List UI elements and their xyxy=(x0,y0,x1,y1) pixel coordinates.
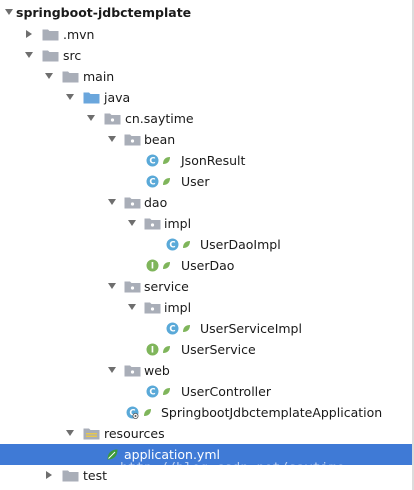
folder-icon xyxy=(42,28,59,41)
class-icon: C xyxy=(146,175,159,188)
package-icon xyxy=(144,301,161,314)
tree-label: bean xyxy=(144,132,176,147)
tree-label: impl xyxy=(164,216,192,231)
interface-icon: I xyxy=(146,259,159,272)
file-badge-icon xyxy=(162,387,171,396)
chevron-down-icon[interactable] xyxy=(107,134,117,144)
chevron-down-icon[interactable] xyxy=(44,71,54,81)
class-icon: C xyxy=(166,238,179,251)
tree-row-user-dao[interactable]: I UserDao xyxy=(0,255,414,276)
tree-row-user-service[interactable]: I UserService xyxy=(0,339,414,360)
chevron-down-icon[interactable] xyxy=(127,218,137,228)
tree-label: SpringbootJdbctemplateApplication xyxy=(161,405,383,420)
file-badge-icon xyxy=(182,324,191,333)
tree-row-service[interactable]: service xyxy=(0,276,414,297)
chevron-down-icon[interactable] xyxy=(24,50,34,60)
tree-row-json-result[interactable]: C JsonResult xyxy=(0,150,414,171)
source-folder-icon xyxy=(83,91,100,104)
tree-label: UserServiceImpl xyxy=(200,321,302,336)
chevron-down-icon[interactable] xyxy=(65,92,75,102)
tree-label: UserService xyxy=(181,342,256,357)
tree-label: UserDaoImpl xyxy=(200,237,281,252)
watermark: http://blog.csdn.net/saytime xyxy=(120,461,345,476)
tree-row-web[interactable]: web xyxy=(0,360,414,381)
package-icon xyxy=(124,280,141,293)
tree-label: User xyxy=(181,174,210,189)
tree-label: dao xyxy=(144,195,168,210)
svg-text:I: I xyxy=(151,262,154,272)
tree-label: service xyxy=(144,279,189,294)
chevron-down-icon[interactable] xyxy=(127,302,137,312)
tree-row-user-service-impl[interactable]: C UserServiceImpl xyxy=(0,318,414,339)
chevron-down-icon[interactable] xyxy=(65,428,75,438)
chevron-right-icon[interactable] xyxy=(44,470,54,480)
file-badge-icon xyxy=(162,156,171,165)
tree-label: UserController xyxy=(181,384,271,399)
file-badge-icon xyxy=(162,345,171,354)
tree-row-java[interactable]: java xyxy=(0,87,414,108)
tree-row-dao[interactable]: dao xyxy=(0,192,414,213)
tree-label: web xyxy=(144,363,170,378)
folder-icon xyxy=(42,49,59,62)
package-icon xyxy=(124,364,141,377)
file-badge-icon xyxy=(162,261,171,270)
tree-row-app-class[interactable]: C SpringbootJdbctemplateApplication xyxy=(0,402,414,423)
tree-label: springboot-jdbctemplate xyxy=(16,5,192,20)
tree-row-user-dao-impl[interactable]: C UserDaoImpl xyxy=(0,234,414,255)
resources-folder-icon xyxy=(83,427,100,440)
class-icon: C xyxy=(146,385,159,398)
tree-label: main xyxy=(83,69,115,84)
tree-label: src xyxy=(63,48,82,63)
svg-text:C: C xyxy=(169,241,175,251)
tree-row-package[interactable]: cn.saytime xyxy=(0,108,414,129)
folder-icon xyxy=(62,469,79,482)
tree-row-bean[interactable]: bean xyxy=(0,129,414,150)
tree-row-root[interactable]: springboot-jdbctemplate xyxy=(0,2,414,23)
tree-label: java xyxy=(104,90,131,105)
package-icon xyxy=(124,133,141,146)
project-tree: springboot-jdbctemplate .mvn src main ja… xyxy=(0,0,414,490)
chevron-right-icon[interactable] xyxy=(24,29,34,39)
tree-row-mvn[interactable]: .mvn xyxy=(0,24,414,45)
tree-label: JsonResult xyxy=(181,153,246,168)
package-icon xyxy=(144,217,161,230)
chevron-down-icon[interactable] xyxy=(4,7,14,17)
file-badge-icon xyxy=(182,240,191,249)
interface-icon: I xyxy=(146,343,159,356)
tree-row-main[interactable]: main xyxy=(0,66,414,87)
svg-text:I: I xyxy=(151,346,154,356)
package-icon xyxy=(124,196,141,209)
tree-row-user-controller[interactable]: C UserController xyxy=(0,381,414,402)
tree-row-resources[interactable]: resources xyxy=(0,423,414,444)
file-badge-icon xyxy=(162,177,171,186)
chevron-down-icon[interactable] xyxy=(107,365,117,375)
svg-text:C: C xyxy=(149,388,155,398)
spring-leaf-icon xyxy=(106,448,119,461)
spring-boot-class-icon: C xyxy=(126,406,139,419)
class-icon: C xyxy=(146,154,159,167)
tree-label: UserDao xyxy=(181,258,235,273)
svg-text:C: C xyxy=(149,178,155,188)
chevron-down-icon[interactable] xyxy=(86,113,96,123)
tree-label: test xyxy=(83,468,108,483)
tree-row-src[interactable]: src xyxy=(0,45,414,66)
tree-row-service-impl[interactable]: impl xyxy=(0,297,414,318)
svg-text:C: C xyxy=(149,157,155,167)
tree-label: resources xyxy=(104,426,165,441)
file-badge-icon xyxy=(143,408,152,417)
tree-row-dao-impl[interactable]: impl xyxy=(0,213,414,234)
tree-label: impl xyxy=(164,300,192,315)
tree-label: .mvn xyxy=(63,27,95,42)
tree-row-user[interactable]: C User xyxy=(0,171,414,192)
chevron-down-icon[interactable] xyxy=(107,281,117,291)
tree-label: application.yml xyxy=(124,447,220,462)
chevron-down-icon[interactable] xyxy=(107,197,117,207)
class-icon: C xyxy=(166,322,179,335)
folder-icon xyxy=(62,70,79,83)
svg-text:C: C xyxy=(169,325,175,335)
tree-label: cn.saytime xyxy=(125,111,194,126)
package-icon xyxy=(104,112,121,125)
